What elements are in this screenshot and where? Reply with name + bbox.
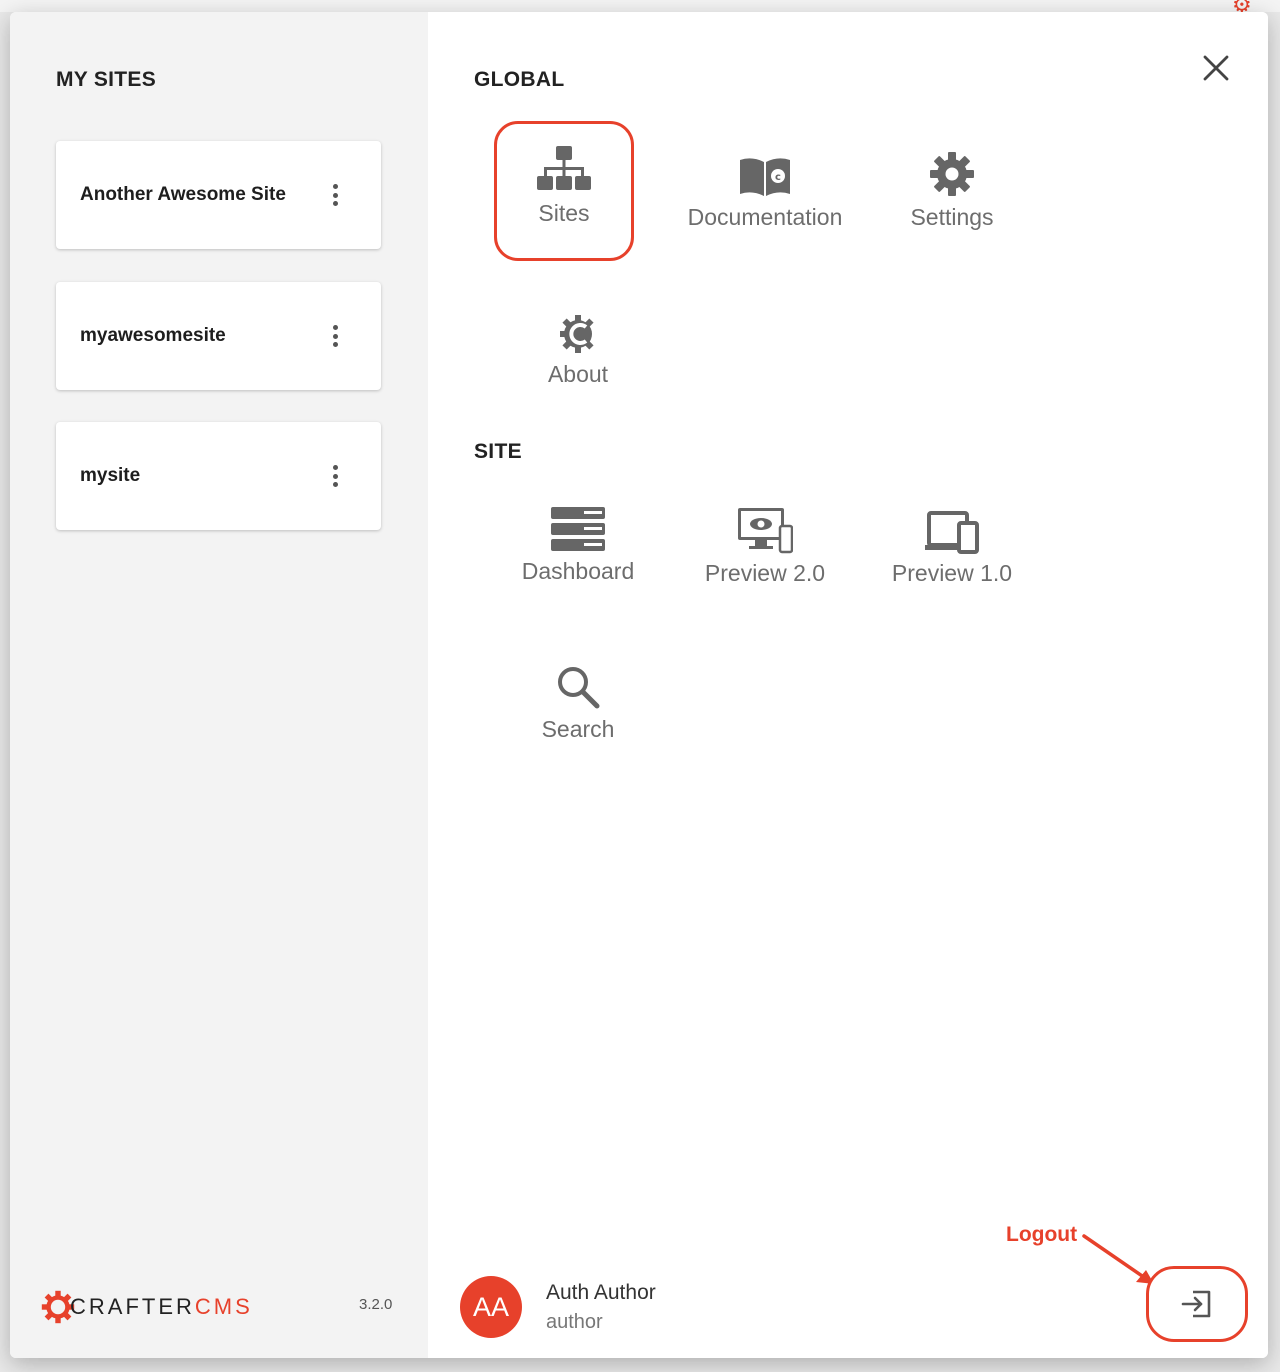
site-preview2-tile[interactable]: Preview 2.0 bbox=[690, 498, 840, 628]
site-section-title: SITE bbox=[474, 440, 522, 463]
site-card[interactable]: myawesomesite bbox=[56, 282, 381, 390]
logout-button[interactable] bbox=[1146, 1266, 1248, 1342]
site-options-icon[interactable] bbox=[325, 180, 345, 210]
site-card[interactable]: mysite bbox=[56, 422, 381, 530]
sitemap-icon bbox=[537, 146, 591, 190]
tile-label: Preview 1.0 bbox=[891, 560, 1013, 586]
global-documentation-tile[interactable]: c Documentation bbox=[687, 142, 843, 272]
launcher-dialog: MY SITES Another Awesome Site myawesomes… bbox=[10, 12, 1268, 1358]
tile-label: Sites bbox=[538, 200, 590, 226]
my-sites-title: MY SITES bbox=[56, 68, 157, 91]
my-sites-panel: MY SITES Another Awesome Site myawesomes… bbox=[10, 12, 428, 1358]
tile-label: Settings bbox=[910, 204, 994, 230]
book-icon: c bbox=[740, 158, 790, 196]
version-label: 3.2.0 bbox=[359, 1296, 393, 1313]
global-settings-tile[interactable]: Settings bbox=[877, 142, 1027, 272]
search-icon bbox=[558, 667, 600, 709]
tile-label: Documentation bbox=[687, 204, 843, 230]
logout-annotation-label: Logout bbox=[1006, 1223, 1078, 1246]
background-logo-icon: ⚙ bbox=[1232, 0, 1252, 17]
dashboard-icon bbox=[551, 507, 605, 551]
global-about-tile[interactable]: About bbox=[503, 299, 653, 429]
user-info: AA Auth Author author bbox=[460, 1276, 656, 1338]
site-name: mysite bbox=[80, 465, 141, 486]
tile-label: Search bbox=[541, 716, 615, 742]
avatar[interactable]: AA bbox=[460, 1276, 522, 1338]
background-window bbox=[0, 0, 1280, 12]
site-preview1-tile[interactable]: Preview 1.0 bbox=[877, 498, 1027, 628]
site-options-icon[interactable] bbox=[325, 461, 345, 491]
global-sites-tile[interactable]: Sites bbox=[494, 121, 634, 261]
site-options-icon[interactable] bbox=[325, 321, 345, 351]
tile-label: Dashboard bbox=[521, 558, 635, 584]
gear-icon bbox=[930, 152, 974, 196]
close-icon[interactable] bbox=[1198, 50, 1234, 86]
user-role: author bbox=[546, 1310, 603, 1333]
site-name: Another Awesome Site bbox=[80, 184, 286, 205]
brand-crafter: CRAFTER bbox=[70, 1294, 195, 1319]
crafter-logo-icon bbox=[560, 315, 594, 353]
site-name: myawesomesite bbox=[80, 325, 226, 346]
devices-icon bbox=[925, 511, 979, 554]
site-search-tile[interactable]: Search bbox=[503, 654, 653, 784]
user-name: Auth Author bbox=[546, 1280, 656, 1304]
logout-icon bbox=[1181, 1290, 1211, 1318]
crafter-cms-logo: CRAFTERCMS bbox=[40, 1282, 253, 1332]
preview-devices-icon bbox=[738, 508, 793, 554]
site-dashboard-tile[interactable]: Dashboard bbox=[503, 496, 653, 626]
brand-cms: CMS bbox=[194, 1294, 253, 1319]
site-card[interactable]: Another Awesome Site bbox=[56, 141, 381, 249]
launcher-panel: GLOBAL Sites c Documentation Settings Ab… bbox=[428, 12, 1268, 1358]
global-section-title: GLOBAL bbox=[474, 68, 565, 91]
tile-label: About bbox=[547, 361, 609, 387]
tile-label: Preview 2.0 bbox=[704, 560, 826, 586]
svg-text:c: c bbox=[775, 172, 781, 183]
